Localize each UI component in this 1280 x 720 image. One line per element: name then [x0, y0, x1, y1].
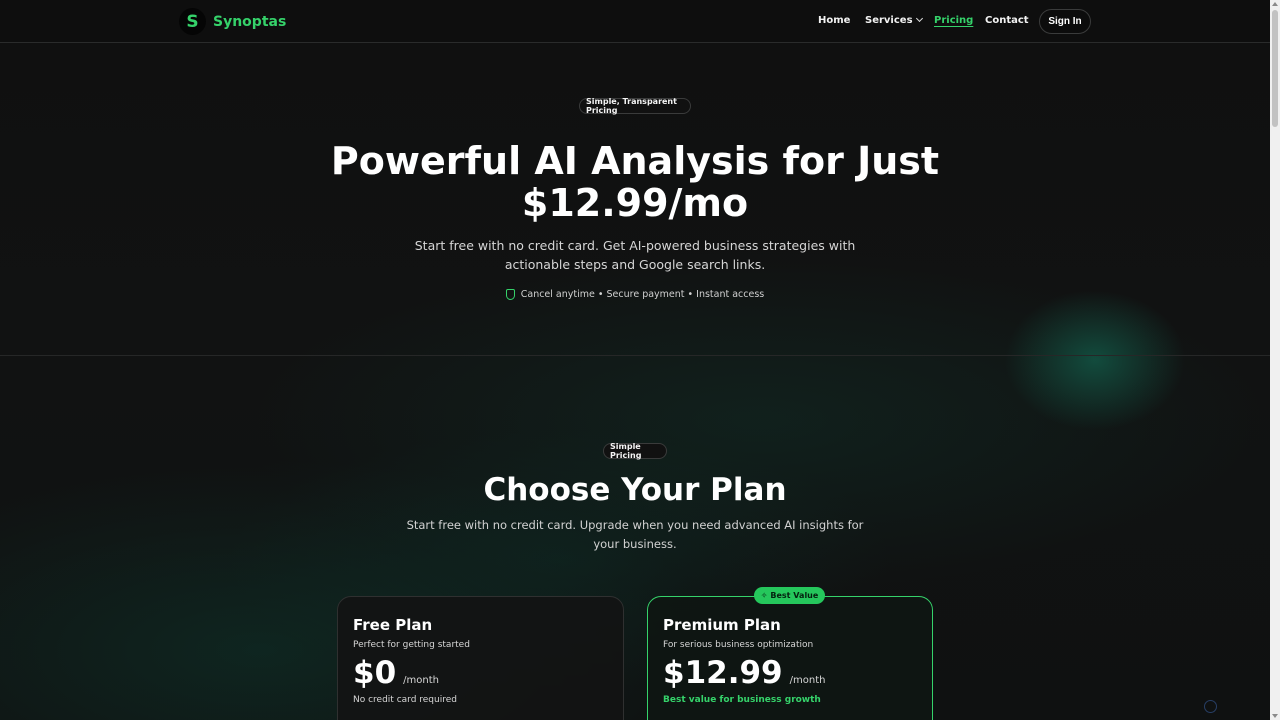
- nav-link-home[interactable]: Home: [818, 15, 850, 26]
- plan-price: $12.99: [663, 655, 783, 691]
- plan-name: Premium Plan: [663, 616, 781, 634]
- floating-widget-icon[interactable]: [1204, 700, 1217, 713]
- scroll-down-arrow-icon[interactable]: [1272, 714, 1278, 718]
- plan-description: Perfect for getting started: [353, 640, 470, 650]
- sparkle-icon: ✧: [760, 591, 768, 600]
- plan-price: $0: [353, 655, 397, 691]
- free-plan-card[interactable]: Free Plan Perfect for getting started $0…: [337, 596, 624, 720]
- plans-subtitle: Start free with no credit card. Upgrade …: [406, 518, 864, 551]
- best-value-badge: ✧ Best Value: [754, 587, 825, 604]
- nav-link-services[interactable]: Services: [865, 14, 923, 26]
- scroll-thumb[interactable]: [1272, 10, 1278, 127]
- page-scrollbar[interactable]: [1270, 0, 1280, 720]
- hero-pill-badge: Simple, Transparent Pricing: [579, 97, 691, 115]
- top-navbar: S Synoptas Home Services Pricing Contact…: [0, 0, 1270, 43]
- section-divider: [0, 355, 1270, 356]
- plan-price-row: $0 /month: [353, 655, 439, 691]
- nav-link-services-label: Services: [865, 15, 913, 26]
- page: S Synoptas Home Services Pricing Contact…: [0, 0, 1270, 720]
- plans-title: Choose Your Plan: [483, 472, 787, 508]
- logo-icon: S: [179, 8, 206, 35]
- plan-name: Free Plan: [353, 616, 433, 634]
- scroll-up-arrow-icon[interactable]: [1272, 2, 1278, 6]
- nav-link-pricing[interactable]: Pricing: [934, 15, 973, 26]
- sign-in-button[interactable]: Sign In: [1039, 9, 1091, 34]
- plan-period: /month: [403, 675, 439, 686]
- nav-link-contact[interactable]: Contact: [985, 15, 1029, 26]
- best-value-label: Best Value: [770, 591, 819, 600]
- brand-logo[interactable]: S Synoptas: [179, 8, 286, 35]
- plan-description: For serious business optimization: [663, 640, 814, 650]
- hero-title: Powerful AI Analysis for Just $12.99/mo: [300, 140, 970, 224]
- premium-plan-card[interactable]: Premium Plan For serious business optimi…: [647, 596, 933, 720]
- plan-note: Best value for business growth: [663, 695, 821, 705]
- hero-title-line2: $12.99/mo: [521, 181, 749, 225]
- plan-period: /month: [789, 675, 826, 686]
- plans-pill-badge: Simple Pricing: [603, 442, 667, 460]
- trust-text: Cancel anytime • Secure payment • Instan…: [520, 289, 765, 300]
- brand-name: Synoptas: [213, 13, 287, 30]
- trust-line: Cancel anytime • Secure payment • Instan…: [420, 289, 850, 300]
- plan-price-row: $12.99 /month: [663, 655, 825, 691]
- plan-note: No credit card required: [353, 695, 457, 705]
- hero-title-line1: Powerful AI Analysis for Just: [330, 139, 940, 183]
- hero-subtitle: Start free with no credit card. Get AI-p…: [414, 238, 856, 272]
- chevron-down-icon: [915, 14, 923, 23]
- shield-icon: [505, 289, 515, 300]
